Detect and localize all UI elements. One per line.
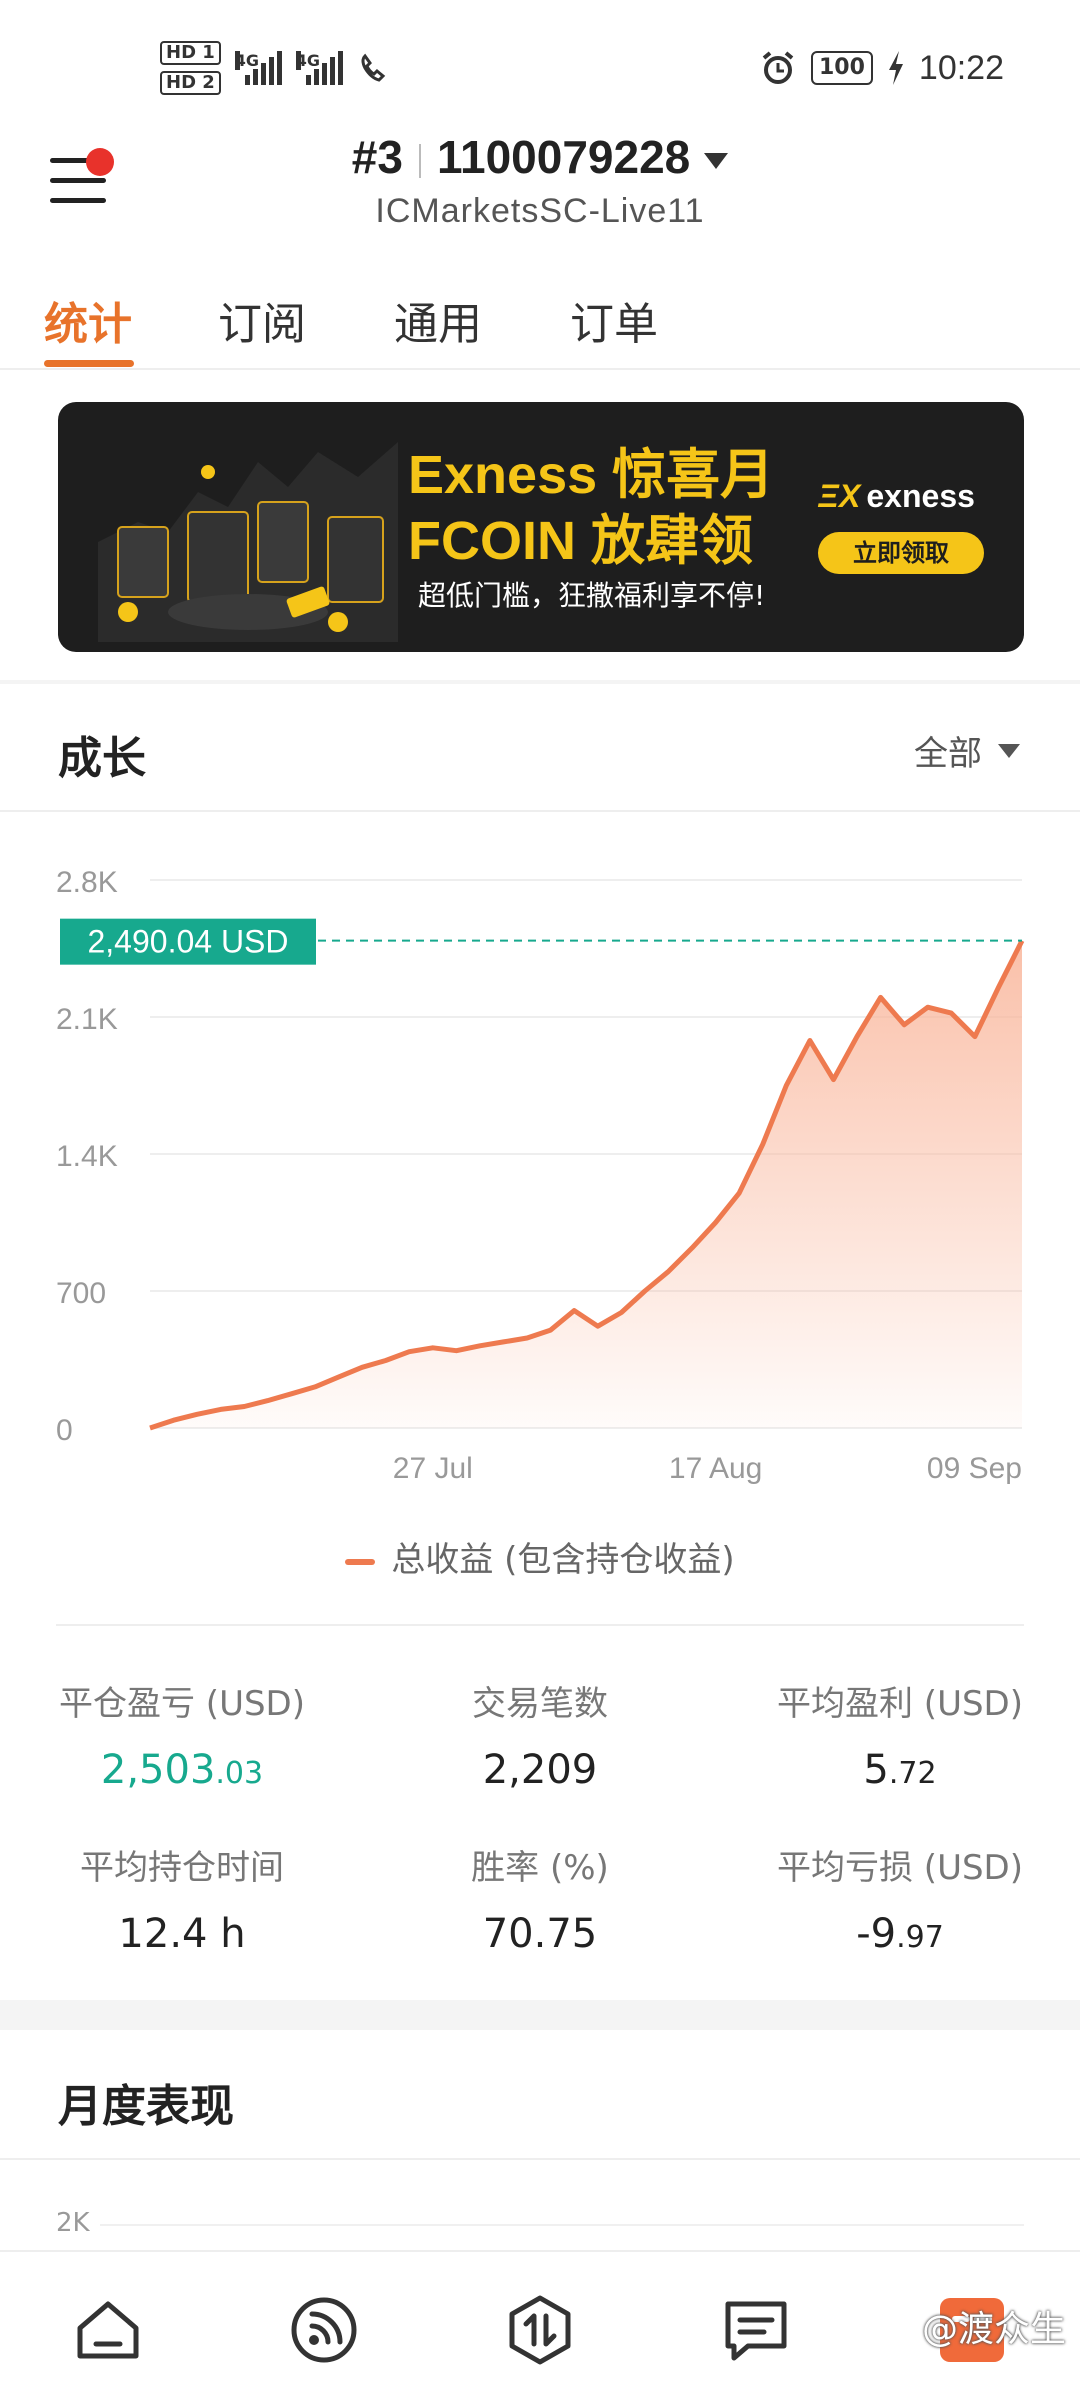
growth-chart: 0 700 1.4K 2.1K 2.8K 27 Jul 17 Aug 09 Sep 2,490.… [56, 866, 1025, 1485]
y-tick-label: 1.4K [56, 1140, 118, 1173]
current-value-label: 2,490.04 USD [87, 924, 288, 960]
stat-win-rate: 胜率 (%) 70.75 [471, 1848, 609, 1957]
clock: 10:22 [918, 48, 1004, 87]
promo-banner[interactable]: Exness 惊喜月 FCOIN 放肆领 超低门槛，狂撒福利享不停! ΞX exn… [58, 402, 1024, 652]
status-bar: HD 1 HD 2 4G 4G 100 10:22 [0, 0, 1080, 130]
account-number: 1100079228 [436, 131, 691, 183]
divider [0, 368, 1080, 370]
status-right: 100 10:22 [759, 46, 1004, 90]
message-icon[interactable] [720, 2294, 792, 2366]
sim1-badge: HD 1 [160, 41, 221, 65]
active-tab-indicator [44, 360, 134, 367]
signal-icon: 4G [234, 51, 282, 85]
y-tick-label: 0 [56, 1414, 73, 1447]
monthly-y-tick: 2K [56, 2208, 90, 2238]
tab-orders[interactable]: 订单 [570, 288, 658, 352]
tab-statistics[interactable]: 统计 [44, 288, 132, 352]
y-tick-label: 2.8K [56, 866, 118, 899]
trade-icon[interactable] [504, 2294, 576, 2366]
battery-icon: 100 [810, 51, 873, 85]
chart-legend: 总收益 (包含持仓收益) [0, 1532, 1080, 1581]
status-left: HD 1 HD 2 4G 4G [160, 36, 393, 100]
legend-swatch [345, 1558, 376, 1565]
series-area [150, 940, 1022, 1428]
stat-trade-count: 交易笔数 2,209 [472, 1684, 608, 1793]
sim2-badge: HD 2 [160, 71, 221, 95]
watermark: @渡众生 [921, 2309, 1066, 2350]
wifi-call-icon [361, 53, 386, 82]
account-selector[interactable]: #3 1100079228 [0, 130, 1080, 184]
tab-bar: 统计 订阅 通用 订单 [0, 280, 1080, 370]
server-name: ICMarketsSC-Live11 [375, 192, 705, 230]
home-icon[interactable] [72, 2294, 144, 2366]
stat-closed-pnl: 平仓盈亏 (USD) 2,503.03 [59, 1684, 305, 1793]
exness-logo: ΞX exness [818, 478, 975, 514]
claim-button[interactable]: 立即领取 [818, 532, 984, 574]
gift-bags-illustration [98, 442, 398, 642]
stat-avg-profit: 平均盈利 (USD) 5.72 [777, 1684, 1023, 1793]
banner-subtitle: 超低门槛，狂撒福利享不停! [418, 579, 766, 612]
bottom-nav [0, 2250, 1080, 2402]
monthly-title: 月度表现 [58, 2081, 234, 2132]
signal-feed-icon[interactable] [288, 2294, 360, 2366]
tab-subscribe[interactable]: 订阅 [218, 288, 306, 352]
banner-title: Exness 惊喜月 FCOIN 放肆领 [408, 445, 775, 571]
alarm-icon [762, 51, 794, 84]
tab-general[interactable]: 通用 [394, 288, 482, 352]
signal-icon: 4G [295, 51, 343, 85]
account-index: #3 [351, 131, 403, 183]
chevron-down-icon [704, 152, 729, 169]
x-tick-label: 17 Aug [669, 1452, 762, 1485]
chevron-down-icon [998, 743, 1020, 758]
stat-avg-loss: 平均亏损 (USD) -9.97 [777, 1848, 1023, 1957]
growth-title: 成长 [58, 733, 146, 784]
x-tick-label: 09 Sep [927, 1452, 1022, 1485]
period-filter[interactable]: 全部 [914, 726, 1020, 775]
y-tick-label: 2.1K [56, 1003, 118, 1036]
x-tick-label: 27 Jul [393, 1452, 473, 1485]
stat-avg-hold-time: 平均持仓时间 12.4 h [80, 1848, 284, 1957]
y-tick-label: 700 [56, 1277, 106, 1310]
charging-icon [888, 51, 903, 85]
